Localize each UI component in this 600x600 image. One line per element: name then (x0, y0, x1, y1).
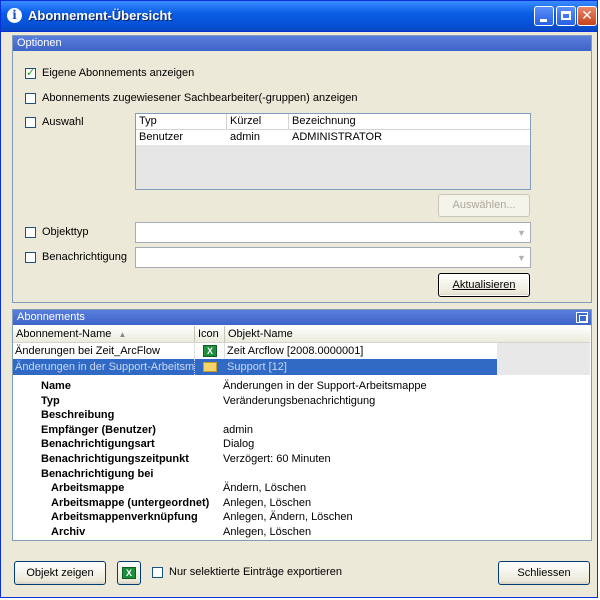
folder-icon (203, 362, 217, 372)
subscription-overview-window: i Abonnement-Übersicht ✕ Optionen Eigene… (0, 0, 598, 598)
notification-label: Benachrichtigung (42, 251, 128, 263)
select-button[interactable]: Auswählen... (438, 194, 530, 217)
list-item[interactable]: Benutzer admin ADMINISTRATOR (136, 130, 530, 145)
object-type-dropdown[interactable]: ▼ (135, 222, 531, 243)
excel-export-button[interactable]: X (117, 561, 141, 585)
column-typ[interactable]: Typ (136, 114, 227, 129)
column-subscription-name-label: Abonnement-Name (16, 328, 112, 340)
detail-key: Arbeitsmappe (51, 482, 125, 495)
cell-subscription-name: Änderungen bei Zeit_ArcFlow (13, 343, 195, 359)
detail-value: admin (223, 423, 253, 436)
list-cell-kuerzel: admin (230, 131, 260, 143)
assigned-subscriptions-checkbox[interactable] (25, 93, 36, 104)
own-subscriptions-label: Eigene Abonnements anzeigen (42, 67, 195, 79)
own-subscriptions-checkbox[interactable] (25, 66, 36, 79)
table-row[interactable]: Änderungen in der Support-Arbeitsmappe S… (13, 359, 497, 375)
maximize-button[interactable] (556, 6, 576, 26)
minimize-button[interactable] (534, 6, 554, 26)
close-button[interactable]: Schliessen (498, 561, 590, 585)
restore-icon[interactable] (576, 312, 588, 323)
notification-dropdown[interactable]: ▼ (135, 247, 531, 268)
options-group: Optionen Eigene Abonnements anzeigen Abo… (12, 35, 592, 303)
minimize-icon (540, 19, 547, 22)
detail-value: Anlegen, Ändern, Löschen (223, 511, 353, 524)
subscriptions-header: Abonnements (13, 310, 591, 325)
notification-checkbox[interactable] (25, 252, 36, 263)
detail-value: Änderungen in der Support-Arbeitsmappe (223, 380, 427, 392)
show-object-button[interactable]: Objekt zeigen (14, 561, 106, 585)
table-row[interactable]: Änderungen bei Zeit_ArcFlow X Zeit Arcfl… (13, 343, 497, 359)
grid-empty-area (497, 343, 590, 375)
close-icon: ✕ (581, 8, 593, 24)
close-window-button[interactable]: ✕ (577, 6, 597, 26)
object-type-label: Objekttyp (42, 226, 89, 238)
list-cell-bezeichnung: ADMINISTRATOR (292, 131, 383, 143)
cell-object-name: Support [12] (227, 361, 287, 373)
cell-object-name: Zeit Arcflow [2008.0000001] (227, 345, 364, 357)
column-kuerzel[interactable]: Kürzel (227, 114, 289, 129)
export-selected-label: Nur selektierte Einträge exportieren (169, 566, 343, 578)
detail-value: Ändern, Löschen (223, 482, 307, 495)
selection-list-header: Typ Kürzel Bezeichnung (136, 114, 530, 130)
chevron-down-icon: ▼ (517, 253, 526, 263)
cell-subscription-name: Änderungen in der Support-Arbeitsmappe (15, 359, 195, 375)
export-selected-checkbox[interactable] (152, 567, 163, 578)
object-type-checkbox[interactable] (25, 227, 36, 238)
title-bar[interactable]: i Abonnement-Übersicht ✕ (1, 1, 597, 32)
detail-key: Archiv (51, 526, 86, 538)
detail-value: Verzögert: 60 Minuten (223, 453, 331, 465)
options-header: Optionen (13, 36, 591, 51)
detail-key: Benachrichtigungsart (41, 438, 155, 451)
selection-checkbox[interactable] (25, 117, 36, 128)
refresh-button[interactable]: Aktualisieren (438, 273, 530, 297)
column-object-name[interactable]: Objekt-Name (225, 326, 590, 342)
excel-icon: X (122, 567, 136, 579)
show-object-label: Objekt zeigen (26, 567, 94, 579)
info-icon: i (7, 8, 22, 23)
cell-icon: X (195, 343, 225, 359)
excel-icon: X (203, 345, 217, 357)
column-subscription-name[interactable]: Abonnement-Name ▲ (13, 326, 195, 342)
detail-key: Beschreibung (41, 409, 115, 422)
close-button-label: Schliessen (517, 567, 571, 579)
chevron-down-icon: ▼ (517, 228, 526, 238)
subscriptions-grid-header: Abonnement-Name ▲ Icon Objekt-Name (13, 326, 590, 343)
selection-list[interactable]: Typ Kürzel Bezeichnung Benutzer admin AD… (135, 113, 531, 190)
window-title: Abonnement-Übersicht (28, 8, 172, 23)
list-cell-typ: Benutzer (139, 131, 184, 143)
sort-asc-icon: ▲ (118, 330, 127, 339)
detail-key: Typ (41, 394, 60, 407)
detail-value: Veränderungsbenachrichtigung (223, 394, 376, 407)
detail-key: Name (41, 380, 71, 392)
detail-key: Benachrichtigungszeitpunkt (41, 453, 189, 465)
detail-key: Benachrichtigung bei (41, 467, 154, 480)
detail-key: Empfänger (Benutzer) (41, 423, 156, 436)
selection-label: Auswahl (42, 116, 84, 128)
assigned-subscriptions-label: Abonnements zugewiesener Sachbearbeiter(… (42, 92, 358, 104)
detail-key: Arbeitsmappe (untergeordnet) (51, 496, 210, 509)
detail-value: Anlegen, Löschen (223, 496, 312, 509)
detail-value: Dialog (223, 438, 255, 451)
detail-key: Arbeitsmappenverknüpfung (51, 511, 198, 524)
maximize-icon (561, 11, 571, 20)
cell-icon (195, 359, 225, 375)
subscriptions-grid[interactable]: Abonnement-Name ▲ Icon Objekt-Name Änder… (13, 326, 590, 538)
column-icon[interactable]: Icon (195, 326, 225, 342)
column-bezeichnung[interactable]: Bezeichnung (289, 114, 530, 129)
detail-value: Anlegen, Löschen (223, 526, 312, 538)
